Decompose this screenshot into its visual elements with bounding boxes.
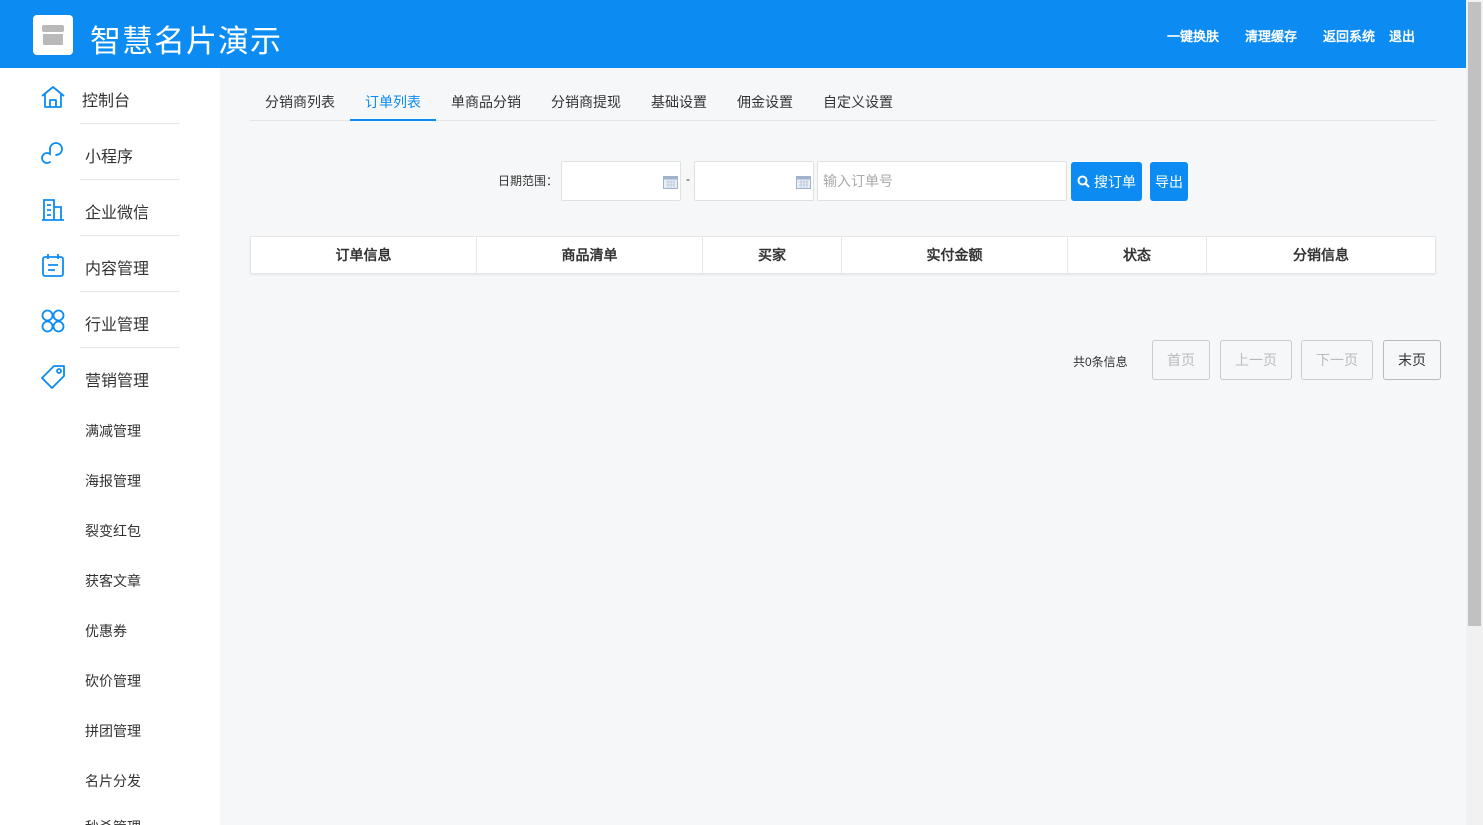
search-orders-button[interactable]: 搜订单 (1071, 162, 1142, 201)
total-count: 共0条信息 (1073, 355, 1128, 369)
sidebar-item-label: 控制台 (82, 93, 131, 110)
submenu-item-coupons[interactable]: 优惠券 (85, 621, 127, 641)
date-range-separator: - (686, 172, 690, 186)
sidebar: 控制台 小程序 企业微信 内容管理 行业管理 营销管理 满减管理 海报管理 裂变… (0, 68, 220, 825)
sidebar-item-label: 企业微信 (85, 205, 150, 222)
submenu-item-full-reduction[interactable]: 满减管理 (85, 421, 141, 441)
tab-custom-settings[interactable]: 自定义设置 (823, 92, 893, 121)
sidebar-item-dashboard[interactable]: 控制台 (0, 68, 220, 124)
home-icon (40, 84, 66, 110)
first-page-button[interactable]: 首页 (1152, 340, 1210, 380)
sidebar-item-label: 营销管理 (85, 373, 150, 390)
submenu-item-poster[interactable]: 海报管理 (85, 471, 141, 491)
logout-link[interactable]: 退出 (1389, 26, 1415, 45)
skin-switch-link[interactable]: 一键换肤 (1167, 26, 1219, 45)
prev-page-button[interactable]: 上一页 (1220, 340, 1292, 380)
calendar-icon (40, 252, 66, 278)
sidebar-item-industry[interactable]: 行业管理 (0, 292, 220, 348)
next-page-button[interactable]: 下一页 (1301, 340, 1373, 380)
link-icon (40, 140, 66, 166)
start-date-input[interactable] (561, 161, 681, 201)
sidebar-item-content[interactable]: 内容管理 (0, 236, 220, 292)
submenu-item-bargain[interactable]: 砍价管理 (85, 671, 141, 691)
submenu-item-red-packet[interactable]: 裂变红包 (85, 521, 141, 541)
column-header-paid-amount: 实付金额 (842, 237, 1068, 273)
submenu-item-card-distribution[interactable]: 名片分发 (85, 771, 141, 791)
tab-single-product-distribution[interactable]: 单商品分销 (451, 92, 521, 121)
end-date-input[interactable] (694, 161, 814, 201)
sidebar-item-miniprogram[interactable]: 小程序 (0, 124, 220, 180)
search-icon (1077, 175, 1090, 188)
column-header-status: 状态 (1068, 237, 1207, 273)
submenu-item-group-buy[interactable]: 拼团管理 (85, 721, 141, 741)
clover-icon (40, 308, 66, 334)
order-number-input[interactable] (817, 161, 1067, 201)
clear-cache-link[interactable]: 清理缓存 (1245, 26, 1297, 45)
column-header-order-info: 订单信息 (251, 237, 477, 273)
tab-bar: 分销商列表 订单列表 单商品分销 分销商提现 基础设置 佣金设置 自定义设置 (250, 82, 1436, 121)
tab-distributor-withdrawal[interactable]: 分销商提现 (551, 92, 621, 121)
sidebar-item-label: 内容管理 (85, 261, 150, 278)
page-scrollbar[interactable] (1466, 0, 1483, 825)
last-page-button[interactable]: 末页 (1383, 340, 1441, 380)
scrollbar-thumb[interactable] (1468, 2, 1481, 626)
export-button[interactable]: 导出 (1150, 162, 1188, 201)
sidebar-item-wecom[interactable]: 企业微信 (0, 180, 220, 236)
calendar-icon (796, 175, 811, 194)
tag-icon (40, 364, 66, 390)
back-to-system-link[interactable]: 返回系统 (1323, 26, 1375, 45)
column-header-buyer: 买家 (703, 237, 842, 273)
column-header-distribution-info: 分销信息 (1293, 247, 1349, 263)
sidebar-item-label: 行业管理 (85, 317, 150, 334)
top-header: 智慧名片演示 一键换肤 清理缓存 返回系统 退出 (0, 0, 1466, 68)
submenu-item-flash-sale[interactable]: 秒杀管理 (85, 817, 141, 825)
sidebar-item-label: 小程序 (85, 149, 134, 166)
app-title: 智慧名片演示 (90, 24, 282, 59)
sidebar-item-marketing[interactable]: 营销管理 (0, 348, 220, 404)
tab-distributor-list[interactable]: 分销商列表 (265, 92, 335, 121)
calendar-icon (663, 175, 678, 194)
date-range-label: 日期范围： (498, 174, 559, 188)
tab-order-list[interactable]: 订单列表 (350, 92, 436, 121)
column-header-product-list: 商品清单 (477, 237, 703, 273)
building-icon (40, 196, 66, 222)
tab-basic-settings[interactable]: 基础设置 (651, 92, 707, 121)
search-button-label: 搜订单 (1094, 173, 1136, 190)
store-logo-icon[interactable] (33, 15, 73, 55)
orders-table-header: 订单信息 商品清单 买家 实付金额 状态 分销信息 (250, 236, 1436, 274)
tab-commission-settings[interactable]: 佣金设置 (737, 92, 793, 121)
submenu-item-articles[interactable]: 获客文章 (85, 571, 141, 591)
